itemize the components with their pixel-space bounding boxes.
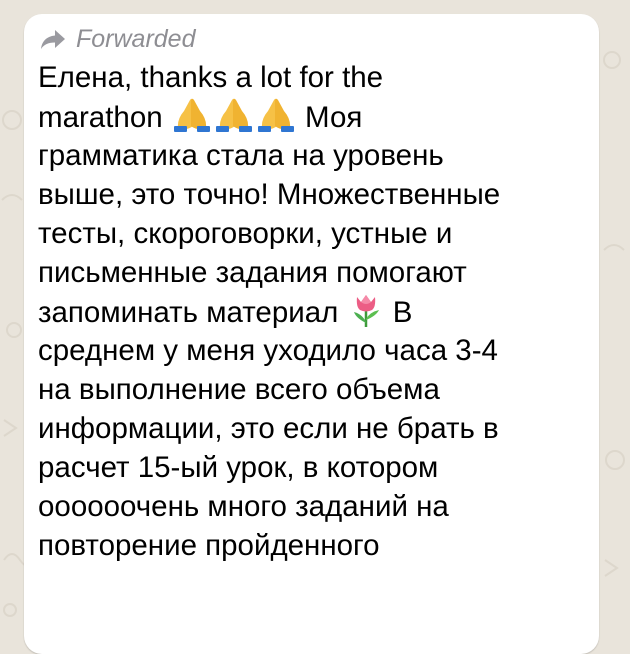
- forwarded-indicator: Forwarded: [38, 24, 585, 54]
- message-line: среднем у меня уходило часа 3-4: [38, 334, 498, 367]
- message-text-segment: В: [392, 296, 413, 329]
- message-line: на выполнение всего объема: [38, 373, 440, 406]
- message-line: письменные задания помогают: [38, 256, 467, 289]
- folded-hands-emoji-icon: [173, 98, 210, 132]
- message-text-segment: запоминать материал: [38, 296, 339, 329]
- message-text: Елена, thanks a lot for the marathon Моя…: [38, 58, 585, 565]
- message-line: запоминать материал В: [38, 292, 585, 331]
- message-line: грамматика стала на уровень: [38, 139, 444, 172]
- folded-hands-emoji-icon: [215, 98, 252, 132]
- message-line: расчет 15-ый урок, в котором: [38, 451, 439, 484]
- message-line: оооооочень много заданий на: [38, 490, 449, 523]
- message-line: тесты, скороговорки, устные и: [38, 217, 453, 250]
- message-text-segment: Моя: [305, 101, 363, 134]
- tulip-emoji-icon: [353, 295, 379, 327]
- folded-hands-emoji-icon: [257, 98, 294, 132]
- message-line: информации, это если не брать в: [38, 412, 499, 445]
- message-line: повторение пройденного: [38, 529, 380, 562]
- message-bubble[interactable]: Forwarded Елена, thanks a lot for the ma…: [24, 14, 599, 654]
- message-text-segment: marathon: [38, 101, 163, 134]
- message-line: marathon Моя: [38, 97, 585, 136]
- forward-arrow-icon: [41, 30, 65, 49]
- message-line: Елена, thanks a lot for the: [38, 61, 384, 94]
- forwarded-label: Forwarded: [76, 24, 196, 53]
- message-line: выше, это точно! Множественные: [38, 178, 501, 211]
